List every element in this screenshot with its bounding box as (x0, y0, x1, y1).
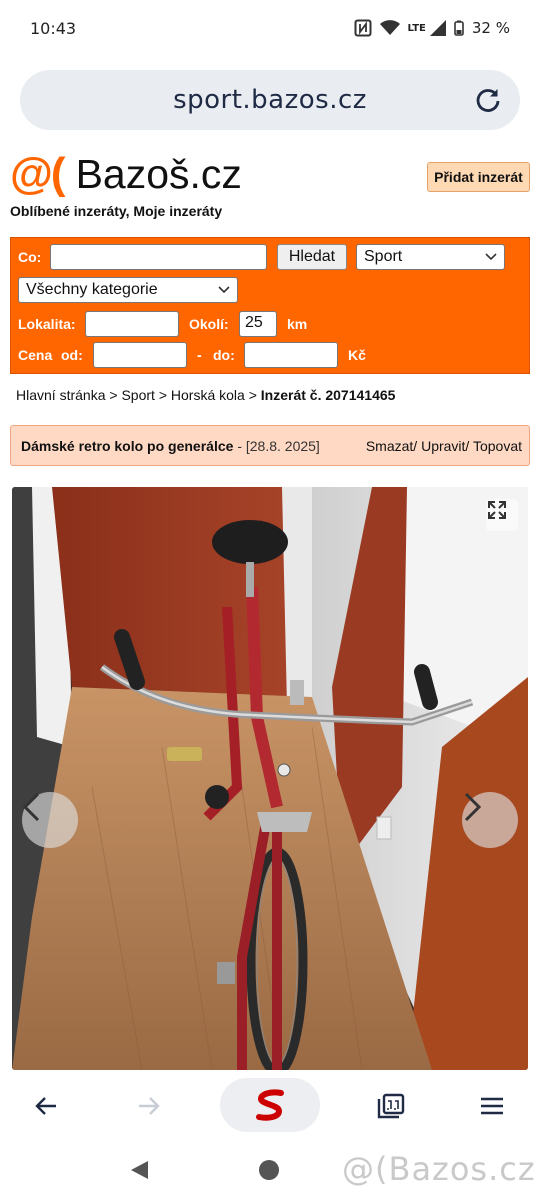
hamburger-menu-icon (481, 1097, 503, 1115)
breadcrumb: Hlavní stránka > Sport > Horská kola > I… (16, 387, 395, 403)
battery-percent: 32 % (471, 19, 510, 37)
favorites-links[interactable]: Oblíbené inzeráty, Moje inzeráty (10, 203, 222, 219)
radius-input[interactable]: 25 (239, 311, 277, 337)
price-from-label: od: (61, 347, 83, 363)
fullscreen-button[interactable] (486, 499, 518, 531)
battery-icon (454, 20, 464, 36)
breadcrumb-home[interactable]: Hlavní stránka (16, 387, 105, 403)
tabs-button[interactable] (369, 1086, 413, 1126)
address-bar[interactable]: sport.bazos.cz (20, 70, 520, 130)
price-dash: - (197, 347, 202, 363)
chevron-down-icon (485, 253, 497, 261)
next-photo-button[interactable] (462, 792, 518, 848)
url-text[interactable]: sport.bazos.cz (173, 85, 367, 115)
breadcrumb-sep: > (248, 387, 257, 403)
bazos-watermark: @(Bazos.cz (342, 1150, 536, 1188)
bicycle-photo (12, 487, 528, 1070)
back-button[interactable] (24, 1086, 68, 1126)
search-panel: Co: Hledat Sport Všechny kategorie Lokal… (10, 237, 530, 374)
search-input[interactable] (50, 244, 267, 270)
status-icons: LTE 32 % (354, 19, 510, 37)
status-bar: 10:43 LTE 32 % (0, 0, 540, 56)
breadcrumb-sep: > (109, 387, 118, 403)
price-currency: Kč (348, 347, 366, 363)
browser-toolbar (0, 1070, 540, 1142)
location-input[interactable] (85, 311, 179, 337)
ad-heading: Dámské retro kolo po generálce - [28.8. … (21, 438, 320, 454)
menu-button[interactable] (470, 1086, 514, 1126)
expand-icon (488, 501, 506, 519)
category-select-value: Všechny kategorie (26, 281, 158, 298)
location-label: Lokalita: (18, 316, 76, 332)
system-back-icon[interactable] (128, 1159, 150, 1181)
tabs-icon (377, 1093, 405, 1119)
status-time: 10:43 (30, 18, 77, 38)
breadcrumb-sep: > (158, 387, 167, 403)
ad-title: Dámské retro kolo po generálce (21, 437, 234, 454)
logo-text: Bazoš.cz (75, 150, 242, 197)
ad-title-bar: Dámské retro kolo po generálce - [28.8. … (10, 425, 530, 466)
seznam-logo-icon (256, 1089, 284, 1121)
section-select[interactable]: Sport (356, 244, 505, 270)
price-from-input[interactable] (93, 342, 187, 368)
ad-photo[interactable] (12, 487, 528, 1070)
search-button[interactable]: Hledat (277, 244, 347, 270)
co-label: Co: (18, 249, 42, 265)
section-select-value: Sport (364, 248, 403, 265)
add-ad-button[interactable]: Přidat inzerát (427, 162, 530, 192)
wifi-icon (379, 20, 400, 35)
radius-unit: km (287, 316, 308, 332)
logo-mark: @( (10, 149, 66, 198)
reload-icon[interactable] (474, 86, 502, 114)
chevron-left-icon (22, 792, 40, 822)
network-label: LTE (407, 22, 426, 34)
price-label: Cena (18, 347, 53, 363)
breadcrumb-current: Inzerát č. 207141465 (260, 387, 396, 403)
site-logo[interactable]: @( Bazoš.cz (10, 149, 242, 198)
arrow-left-icon (35, 1097, 56, 1115)
category-select[interactable]: Všechny kategorie (18, 277, 238, 303)
radius-label: Okolí: (189, 316, 229, 332)
nfc-icon (354, 19, 372, 37)
arrow-right-icon (139, 1097, 160, 1115)
seznam-home-button[interactable] (220, 1078, 320, 1132)
ad-actions[interactable]: Smazat/ Upravit/ Topovat (366, 438, 522, 454)
chevron-down-icon (218, 286, 230, 294)
breadcrumb-category[interactable]: Horská kola (171, 387, 245, 403)
price-to-input[interactable] (244, 342, 338, 368)
system-home-icon[interactable] (258, 1159, 280, 1181)
price-to-label: do: (213, 347, 235, 363)
ad-date: - [28.8. 2025] (237, 437, 320, 454)
signal-icon (429, 20, 446, 36)
breadcrumb-section[interactable]: Sport (121, 387, 154, 403)
forward-button[interactable] (127, 1086, 171, 1126)
previous-photo-button[interactable] (22, 792, 78, 848)
chevron-right-icon (464, 792, 482, 822)
system-navigation: @(Bazos.cz (0, 1142, 540, 1200)
